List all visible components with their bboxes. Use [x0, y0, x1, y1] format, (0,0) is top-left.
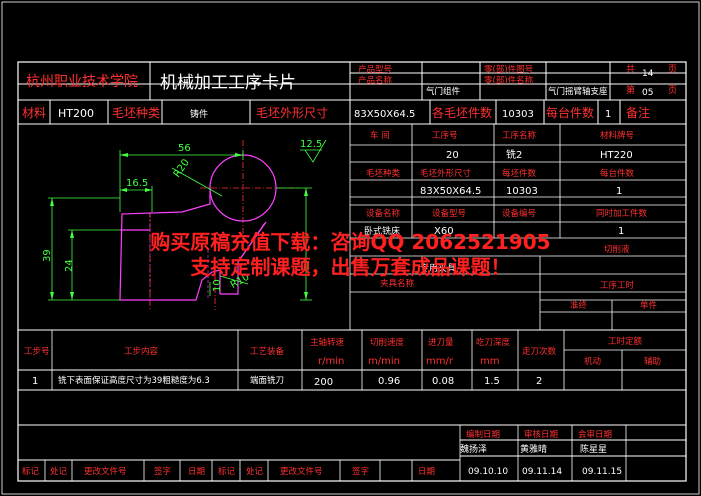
- passes-label: 走刀次数: [522, 346, 557, 357]
- sheet-no: 05: [642, 88, 653, 98]
- speed-unit: r/min: [318, 356, 344, 367]
- design-date: 09.10.10: [468, 467, 508, 477]
- review-date: 09.11.14: [522, 467, 562, 477]
- blank-size: 83X50X64.5: [420, 186, 481, 197]
- blank-size-label: 毛坯外形尺寸: [256, 106, 328, 120]
- page-unit: 页: [668, 64, 677, 75]
- product-name-label: 产品名称: [358, 75, 393, 86]
- step-passes: 2: [536, 376, 542, 387]
- blank-pieces-label: 每坯件数: [502, 168, 537, 179]
- equip-no-label: 设备编号: [502, 208, 536, 219]
- unit-label: 单件: [640, 300, 658, 311]
- roughness-value: 12.5: [300, 139, 322, 150]
- process-name-label: 工序名称: [502, 130, 537, 141]
- footer-change-doc-1: 更改文件号: [84, 466, 127, 477]
- table-row: 1 铣下表面保证高度尺寸为39粗糙度为6.3 端面铣刀 200 0.96 0.0…: [32, 375, 542, 388]
- process-no-label: 工序号: [432, 130, 458, 141]
- part-name: 气门摇臂轴支座: [548, 86, 608, 97]
- step-feed: 0.08: [432, 376, 454, 387]
- equip-model-label: 设备型号: [432, 208, 466, 219]
- depth-unit: mm: [480, 356, 499, 367]
- footer-date-2: 日期: [418, 467, 435, 477]
- simul-label: 同时加工件数: [596, 208, 648, 219]
- material-no-label: 材料牌号: [600, 130, 634, 141]
- blank-type-label: 毛坯种类: [112, 106, 160, 120]
- footer-sign-1: 签字: [154, 466, 171, 477]
- step-no-label: 工步号: [24, 347, 50, 357]
- footer-mark-2: 标记: [218, 466, 236, 477]
- step-tool: 端面铣刀: [250, 375, 284, 386]
- feed-unit: mm/r: [426, 356, 454, 367]
- blank-type-value: 铸件: [190, 108, 208, 120]
- product-name: 气门组件: [426, 86, 461, 97]
- design-date-label: 编制日期: [466, 429, 500, 440]
- cut-speed-label: 切削速度: [370, 337, 405, 348]
- step-cut-speed: 0.96: [378, 376, 400, 387]
- per-machine-label-2: 每台件数: [600, 168, 635, 179]
- material-label: 材料: [22, 106, 46, 120]
- school-name: 杭州职业技术学院: [26, 74, 138, 90]
- equip-name-label: 设备名称: [366, 208, 401, 219]
- dim-56: 56: [178, 143, 191, 154]
- material-value: HT200: [58, 107, 94, 120]
- step-content-label: 工步内容: [124, 346, 159, 357]
- pieces-per-blank-label: 各毛坯件数: [432, 105, 492, 120]
- cut-speed-unit: m/min: [368, 356, 400, 367]
- review-by: 黄雅晴: [520, 443, 547, 455]
- process-no: 20: [446, 150, 459, 161]
- pieces-per-blank-value: 10303: [502, 109, 534, 120]
- remark-label: 备注: [626, 105, 650, 120]
- blank-size-label-2: 毛坯外形尺寸: [420, 168, 472, 179]
- footer-count-1: 处记: [50, 466, 68, 477]
- part-drawing-label: 零(部)件图号: [484, 64, 533, 75]
- sheet-unit: 页: [668, 85, 677, 96]
- watermark-line-2: 支持定制课题，出售万套成品课题！: [190, 255, 511, 279]
- per-machine-label: 每台件数: [546, 105, 594, 120]
- dim-16-5: 16.5: [126, 178, 148, 189]
- dim-r20: R20: [172, 157, 192, 179]
- footer-change-doc-2: 更改文件号: [280, 466, 323, 477]
- depth-label: 吃刀深度: [476, 337, 511, 348]
- step-depth: 1.5: [484, 376, 500, 387]
- material-no: HT220: [600, 150, 633, 161]
- sheet-label: 第: [626, 84, 635, 96]
- footer-date-1: 日期: [188, 467, 205, 477]
- product-model-label: 产品型号: [358, 64, 392, 75]
- sign-date-label: 会审日期: [578, 429, 612, 440]
- review-date-label: 审核日期: [524, 429, 558, 440]
- quota-label: 工时定额: [608, 336, 643, 347]
- speed-label: 主轴转速: [310, 337, 345, 348]
- step-content: 铣下表面保证高度尺寸为39粗糙度为6.3: [58, 375, 210, 386]
- step-no: 1: [32, 376, 38, 387]
- card-title: 机械加工工序卡片: [160, 73, 296, 93]
- blank-pieces: 10303: [506, 186, 538, 197]
- feed-label: 进刀量: [428, 338, 454, 348]
- total-pages: 14: [642, 69, 654, 79]
- blank-type-label-2: 毛坯种类: [366, 168, 401, 179]
- step-speed: 200: [314, 377, 333, 388]
- time-label: 工序工时: [600, 280, 635, 291]
- process-name: 铣2: [506, 148, 522, 161]
- machine-time-label: 机动: [584, 356, 602, 367]
- aux-time-label: 辅助: [644, 356, 661, 367]
- per-machine-value: 1: [605, 109, 611, 120]
- dim-10: 10: [212, 279, 223, 292]
- per-machine: 1: [616, 186, 622, 197]
- sign-date: 09.11.15: [582, 467, 622, 477]
- workshop-label: 车 间: [370, 130, 390, 141]
- quasi-label: 准终: [570, 300, 588, 311]
- equip-label: 工艺装备: [250, 346, 285, 357]
- part-drawing: 56 16.5 R20 39 24 10 R10 12.5: [42, 139, 327, 310]
- design-by: 魏扬泽: [460, 443, 487, 455]
- total-label: 共: [626, 64, 635, 75]
- sign-by: 陈星星: [580, 443, 607, 455]
- part-name-label: 零(部)件名称: [484, 75, 534, 86]
- blank-size-value: 83X50X64.5: [354, 109, 415, 120]
- footer-count-2: 处记: [246, 466, 264, 477]
- footer-sign-2: 签字: [352, 466, 369, 477]
- footer-mark-1: 标记: [22, 466, 40, 477]
